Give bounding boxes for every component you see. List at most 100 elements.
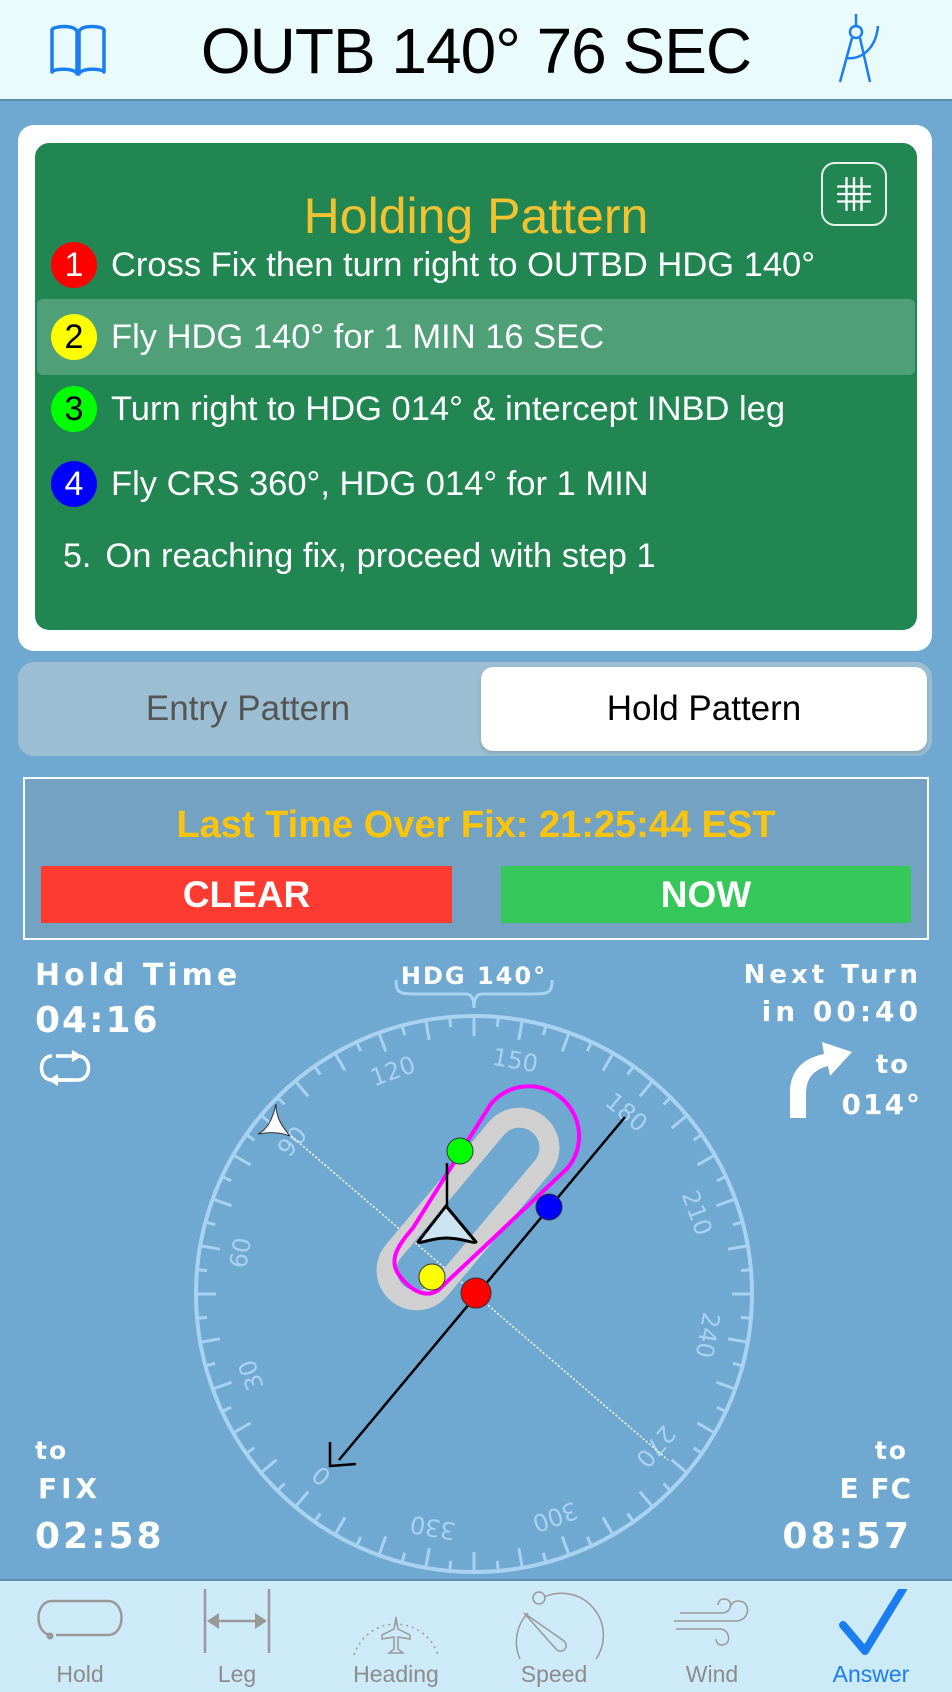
tab-label: Answer (832, 1661, 910, 1687)
compass-tick (696, 1421, 716, 1435)
compass-tick (424, 1019, 431, 1041)
next-turn-time: in 00:40 (761, 995, 922, 1028)
grid-icon (837, 177, 871, 211)
compass-tick (517, 1019, 524, 1041)
step-3-marker (446, 1137, 474, 1165)
compass-tick (212, 1197, 233, 1208)
compass-tick (212, 1380, 233, 1391)
tab-label: Speed (520, 1661, 588, 1687)
compass-tick (221, 1405, 232, 1413)
compass-tick (424, 1547, 431, 1569)
compass-tick (692, 1133, 703, 1142)
compass-tick (662, 1482, 672, 1492)
grid-button[interactable] (821, 162, 887, 226)
tab-label: Wind (685, 1661, 739, 1687)
tab-label: Leg (217, 1661, 257, 1687)
compass-tick (696, 1153, 716, 1167)
compass-tick (333, 1516, 347, 1536)
compass-tick (448, 1016, 453, 1028)
compass-tick (196, 1268, 208, 1273)
step-1[interactable]: 1 Cross Fix then turn right to OUTBD HDG… (37, 227, 915, 303)
fix-timer-panel: Last Time Over Fix: 21:25:44 EST CLEAR N… (23, 777, 929, 940)
compass-tick (377, 1535, 388, 1556)
step-4[interactable]: 4 Fly CRS 360°, HDG 014° for 1 MIN (37, 446, 915, 522)
compass-tick (585, 1041, 593, 1052)
compass-tick (199, 1337, 221, 1344)
compass-tick (740, 1268, 752, 1273)
wind-pointer-icon (257, 1103, 291, 1137)
step-2[interactable]: 2 Fly HDG 140° for 1 MIN 16 SEC (37, 299, 915, 375)
tab-speed[interactable]: Speed (489, 1581, 619, 1692)
compass-tick (716, 1405, 727, 1413)
tab-hold[interactable]: Hold (15, 1581, 145, 1692)
compass-label: 300 (529, 1496, 582, 1538)
to-efc-time: 08:57 (782, 1516, 912, 1557)
heading-label: HDG 140° (401, 962, 547, 990)
step-text: Fly CRS 360°, HDG 014° for 1 MIN (111, 464, 649, 503)
tab-label: Hold (56, 1661, 104, 1687)
to-fix-to-label: to (35, 1436, 69, 1465)
to-fix-time: 02:58 (35, 1516, 165, 1557)
compass-label: 330 (408, 1510, 458, 1546)
compass-tick (276, 1096, 286, 1106)
last-time-over-fix: Last Time Over Fix: 21:25:44 EST (176, 804, 776, 846)
compass-tick (276, 1482, 286, 1492)
tab-heading[interactable]: Heading (331, 1581, 461, 1692)
compass-tick (585, 1536, 593, 1547)
step-3[interactable]: 3 Turn right to HDG 014° & intercept INB… (37, 371, 915, 447)
instructions-panel: Holding Pattern 1 Cross Fix then turn ri… (35, 143, 917, 630)
header-title: OUTB 140° 76 SEC (200, 15, 752, 87)
compass-tick (716, 1175, 727, 1183)
drafting-compass-icon[interactable] (832, 12, 888, 84)
step-number-badge: 2 (51, 314, 97, 360)
compass-tick (495, 1016, 500, 1028)
hold-racetrack-icon (37, 1599, 123, 1640)
compass-tick (727, 1244, 749, 1251)
compass-tick (245, 1133, 256, 1142)
compass-tick (313, 1065, 322, 1076)
compass-tick (715, 1197, 736, 1208)
compass-tick (626, 1065, 635, 1076)
compass-tick (626, 1512, 635, 1523)
step-text: Cross Fix then turn right to OUTBD HDG 1… (111, 245, 816, 284)
compass-label: 30 (233, 1356, 270, 1394)
repeat-icon[interactable] (34, 1050, 96, 1086)
compass-tick (662, 1096, 672, 1106)
compass-tick (715, 1380, 736, 1391)
tab-leg[interactable]: Leg (172, 1581, 302, 1692)
leg-length-icon (203, 1589, 271, 1653)
to-efc-label: E FC (839, 1472, 912, 1505)
step-1-marker (460, 1277, 492, 1309)
holding-pattern-card: Holding Pattern 1 Cross Fix then turn ri… (18, 125, 932, 651)
hold-time-value: 04:16 (35, 1000, 160, 1041)
tab-bar: Hold Leg Heading Speed Wind Answer (0, 1579, 952, 1692)
segment-hold-pattern[interactable]: Hold Pattern (481, 667, 927, 751)
compass-tick (260, 1458, 278, 1474)
tab-answer[interactable]: Answer (806, 1581, 936, 1692)
step-number-badge: 3 (51, 386, 97, 432)
next-turn-label: Next Turn (743, 960, 922, 990)
step-number-badge: 1 (51, 242, 97, 288)
step-2-marker (418, 1263, 446, 1291)
clear-button[interactable]: CLEAR (41, 866, 452, 923)
compass-tick (670, 1458, 688, 1474)
compass-tick (638, 1490, 654, 1508)
compass-tick (355, 1041, 363, 1052)
compass-label: 270 (630, 1420, 681, 1473)
step-5[interactable]: 5. On reaching fix, proceed with step 1 (37, 518, 915, 594)
step-number-badge: 4 (51, 461, 97, 507)
compass-tick (638, 1080, 654, 1098)
segment-entry-pattern[interactable]: Entry Pattern (18, 662, 478, 756)
compass-tick (670, 1114, 688, 1130)
speed-gauge-icon (515, 1591, 604, 1660)
compass-tick (232, 1153, 252, 1167)
compass-label: 210 (676, 1187, 718, 1240)
tab-wind[interactable]: Wind (647, 1581, 777, 1692)
step-text: Turn right to HDG 014° & intercept INBD … (111, 389, 786, 428)
compass-tick (692, 1446, 703, 1455)
compass-tick (294, 1080, 310, 1098)
compass-tick (221, 1175, 232, 1183)
now-button[interactable]: NOW (501, 866, 911, 923)
compass-tick (448, 1560, 453, 1572)
tab-label: Heading (353, 1661, 439, 1687)
